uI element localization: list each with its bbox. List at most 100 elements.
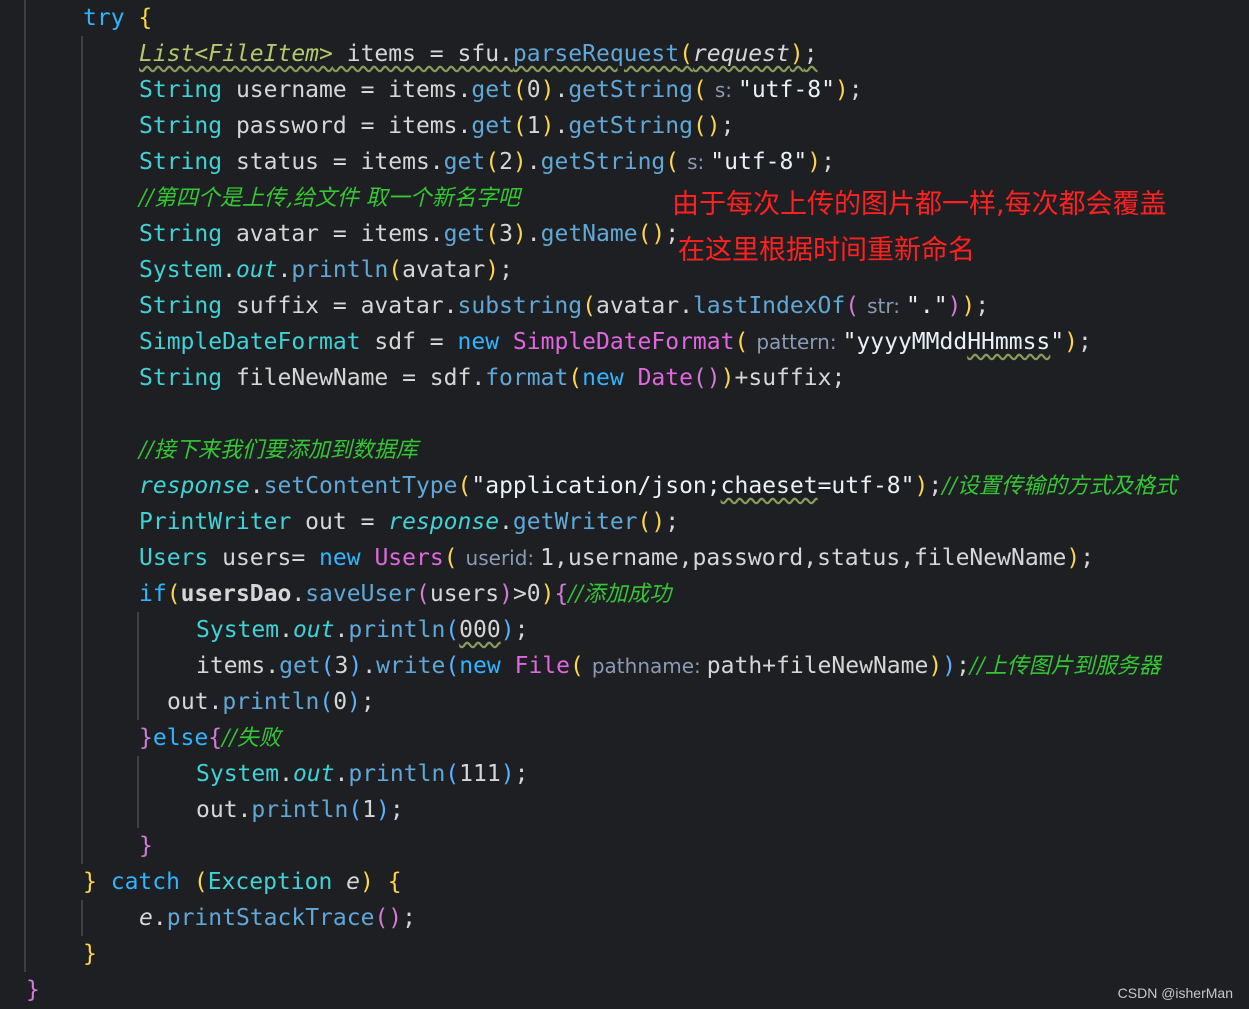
code-line[interactable]: String suffix = avatar.substring(avatar.… [139,288,989,324]
method-name: getName [540,221,638,247]
string-literal: "utf-8" [710,149,808,175]
code-line[interactable]: SimpleDateFormat sdf = new SimpleDateFor… [139,324,1092,360]
string-literal: "yyyyMMdd [842,329,968,355]
method-name: getWriter [512,509,638,535]
code-line[interactable]: String password = items.get(1).getString… [139,108,735,144]
code-line[interactable]: PrintWriter out = response.getWriter(); [139,504,679,540]
type-name: String [139,293,223,319]
brace: } [83,941,97,967]
code-line[interactable]: //接下来我们要添加到数据库 [139,432,418,468]
code-line[interactable]: List<FileItem> items = sfu.parseRequest(… [139,36,818,72]
code-line[interactable]: } [26,972,40,1008]
paren: ) [1064,329,1078,355]
paren: ) [500,761,515,787]
paren: () [692,113,721,139]
method-name: getString [540,149,666,175]
code-line[interactable]: //第四个是上传,给文件 取一个新名字吧 [139,180,520,216]
type-name: System [139,257,223,283]
param-hint: str: [867,294,900,318]
brace: } [26,977,40,1003]
type-name: String [139,365,223,391]
brace: { [387,869,402,895]
paren: ) [807,149,822,175]
paren: ( [692,77,707,103]
code-text: status = items. [222,149,444,175]
code-line[interactable]: String fileNewName = sdf.format(new Date… [139,360,845,396]
code-line[interactable]: } [83,936,97,972]
code-line[interactable]: } [139,828,153,864]
method-name: get [471,77,513,103]
paren: ( [445,653,460,679]
code-line[interactable]: }else{//失败 [139,720,281,756]
method-name: get [443,221,486,247]
paren: ( [457,473,472,499]
code-comment: //上传图片到服务器 [969,654,1161,679]
paren: ) [961,293,976,319]
method-name: get [279,653,321,679]
indent-guide [137,612,139,720]
code-line[interactable]: System.out.println(avatar); [139,252,513,288]
type-name: Users [139,545,209,571]
number: 3 [499,221,513,247]
code-line[interactable]: System.out.println(000); [196,612,528,648]
brace: } [83,869,97,895]
paren: ) [914,473,929,499]
type-name: Users [374,545,444,571]
code-comment: //添加成功 [568,582,672,607]
paren: ) [540,77,555,103]
code-text: items = sfu. [332,41,513,67]
code-line[interactable]: try { [83,0,152,36]
paren: ( [734,329,749,355]
code-line[interactable]: out.println(0); [167,684,375,720]
paren: ) [720,365,735,391]
paren: ) [540,581,555,607]
code-line[interactable]: items.get(3).write(new File(pathname: pat… [196,648,1161,684]
code-editor[interactable]: try { List<FileItem> items = sfu.parseRe… [0,0,1249,1009]
code-text: avatar = items. [222,221,444,247]
code-line[interactable]: } catch (Exception e) { [83,864,402,900]
paren: ) [347,689,361,715]
code-line[interactable]: Users users= new Users(userid: 1,username… [139,540,1094,576]
keyword: new [459,653,501,679]
param: e [346,869,361,895]
paren: ) [485,257,500,283]
paren: ( [348,797,363,823]
code-comment: //第四个是上传,给文件 取一个新名字吧 [139,186,520,211]
paren: ( [512,113,527,139]
paren: ( [166,581,181,607]
code-text: suffix = avatar. [222,293,458,319]
code-line[interactable]: System.out.println(111); [196,756,528,792]
code-line[interactable]: String username = items.get(0).getString… [139,72,863,108]
type-name: String [139,113,223,139]
method-name: println [348,617,446,643]
code-line[interactable]: response.setContentType("application/jso… [139,468,1177,504]
number: 2 [499,149,513,175]
brace: } [139,833,153,859]
number: 0 [333,689,348,715]
paren: ) [348,653,363,679]
annotation-text: 在这里根据时间重新命名 [678,235,975,266]
indent-guide [24,0,26,972]
paren: ( [445,617,460,643]
paren: () [692,365,721,391]
code-line[interactable]: String status = items.get(2).getString(s… [139,144,835,180]
type-name: PrintWriter [139,509,292,535]
method-name: setContentType [263,473,458,499]
paren: () [637,509,666,535]
param: request [692,41,790,67]
code-line[interactable]: if(usersDao.saveUser(users)>0){//添加成功 [139,576,671,612]
code-text: out = [291,509,389,535]
param-hint: userid: [465,546,535,570]
code-line[interactable]: String avatar = items.get(3).getName(); [139,216,679,252]
annotation-text: 由于每次上传的图片都一样,每次都会覆盖 [672,189,1167,220]
paren: ( [415,581,430,607]
paren: ( [445,761,460,787]
paren: ) [947,293,962,319]
code-text: sdf = [360,329,458,355]
code-line[interactable]: e.printStackTrace(); [139,900,416,936]
keyword: try [83,5,125,31]
type-name: String [139,221,223,247]
param: e [139,905,153,931]
paren: () [374,905,403,931]
code-line[interactable]: out.println(1); [196,792,404,828]
